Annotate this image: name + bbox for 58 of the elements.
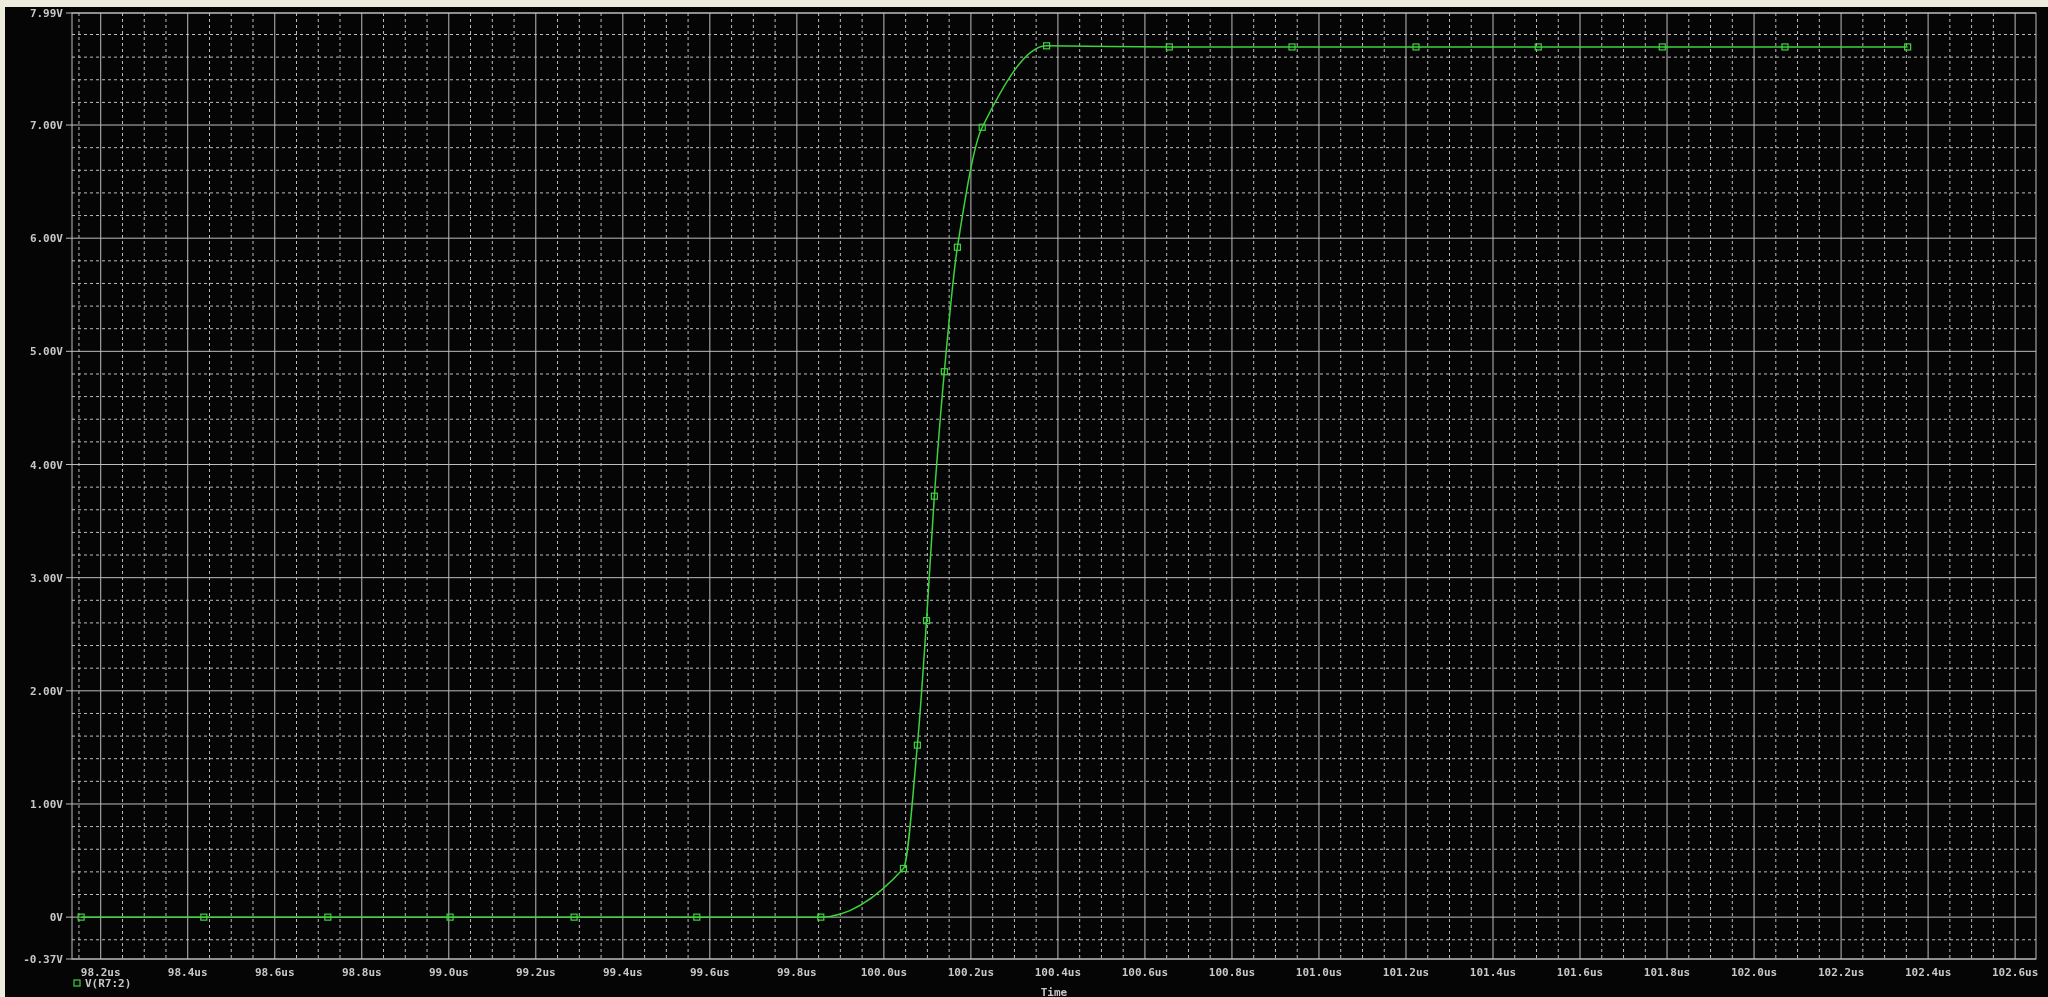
x-tick-label: 101.2us [1382, 966, 1430, 979]
data-point-marker [693, 913, 701, 921]
data-point-marker [446, 913, 454, 921]
x-tick-label: 100.2us [947, 966, 995, 979]
x-axis-title: Time [1040, 986, 1068, 997]
y-tick-label: 4.00V [29, 458, 63, 472]
x-tick-label: 98.4us [167, 966, 208, 979]
data-point-marker [1904, 43, 1912, 51]
x-tick-label: 98.8us [341, 966, 382, 979]
y-tick-label: 7.00V [29, 119, 63, 133]
data-point-marker [899, 864, 908, 873]
data-point-marker [77, 913, 85, 921]
data-point-marker [324, 913, 332, 921]
data-point-marker [978, 123, 986, 131]
x-tick-label: 102.6us [1991, 966, 2039, 979]
x-tick-label: 101.0us [1295, 966, 1343, 979]
data-point-marker [1781, 43, 1789, 51]
x-tick-label: 100.0us [860, 966, 908, 979]
x-tick-label: 99.6us [689, 966, 730, 979]
data-point-marker [817, 913, 825, 921]
legend-label: V(R7:2) [85, 977, 132, 990]
x-tick-label: 98.2us [80, 966, 121, 979]
x-tick-label: 99.8us [777, 966, 817, 979]
x-tick-label: 99.2us [515, 966, 556, 979]
x-tick-label: 99.4us [602, 966, 643, 979]
y-tick-label: -0.37V [23, 953, 63, 966]
y-tick-label: 6.00V [29, 232, 63, 246]
x-tick-label: 101.6us [1556, 966, 1604, 979]
x-tick-label: 102.4us [1904, 966, 1952, 979]
x-tick-label: 101.8us [1643, 966, 1691, 979]
data-point-marker [200, 913, 208, 921]
data-point-marker [1043, 42, 1051, 50]
data-point-marker [1288, 43, 1296, 51]
x-tick-label: 101.4us [1469, 966, 1517, 979]
data-point-marker [570, 913, 578, 921]
y-tick-label: 7.99V [29, 7, 63, 20]
data-point-marker [930, 492, 938, 500]
x-tick-label: 102.2us [1817, 966, 1865, 979]
y-tick-label: 2.00V [29, 684, 63, 698]
data-point-marker [1412, 43, 1420, 51]
data-point-marker [922, 617, 931, 625]
data-point-marker [1534, 43, 1542, 51]
y-tick-label: 5.00V [29, 345, 63, 359]
data-point-marker [1165, 43, 1173, 51]
x-tick-label: 100.8us [1208, 966, 1256, 979]
y-tick-label: 0V [49, 911, 63, 925]
x-tick-label: 102.0us [1730, 966, 1778, 979]
data-point-marker [953, 243, 961, 251]
legend-marker-icon [73, 979, 81, 987]
data-point-marker [940, 368, 948, 376]
y-tick-label: 1.00V [29, 797, 63, 811]
data-point-marker [913, 741, 921, 749]
x-tick-label: 100.4us [1034, 966, 1082, 979]
y-tick-label: 3.00V [29, 571, 63, 585]
x-tick-label: 98.6us [254, 966, 295, 979]
x-tick-label: 100.6us [1121, 966, 1169, 979]
data-point-marker [1658, 43, 1666, 51]
x-tick-label: 99.0us [428, 966, 469, 979]
